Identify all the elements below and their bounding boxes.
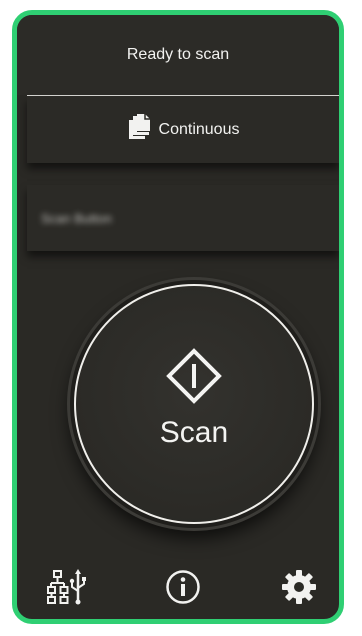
diamond-start-icon <box>166 348 222 404</box>
copy-pages-icon <box>127 114 151 145</box>
scan-profile-button[interactable]: Scan Button <box>27 185 339 251</box>
scan-button-label: Scan <box>159 416 229 449</box>
scan-mode-label: Continuous <box>158 120 240 138</box>
network-usb-icon[interactable] <box>47 567 87 607</box>
gear-icon[interactable] <box>279 567 319 607</box>
scan-mode-button[interactable]: Continuous <box>27 96 339 163</box>
scan-profile-label: Scan Button <box>41 210 112 226</box>
info-icon[interactable] <box>163 567 203 607</box>
footer-toolbar <box>17 559 339 619</box>
scan-button-ring: Scan <box>70 280 318 528</box>
scan-button[interactable]: Scan <box>74 284 314 524</box>
scanner-panel: Ready to scan Continuous Scan Button Sca… <box>12 10 344 624</box>
status-bar: Ready to scan <box>17 15 339 95</box>
status-text: Ready to scan <box>126 46 230 63</box>
